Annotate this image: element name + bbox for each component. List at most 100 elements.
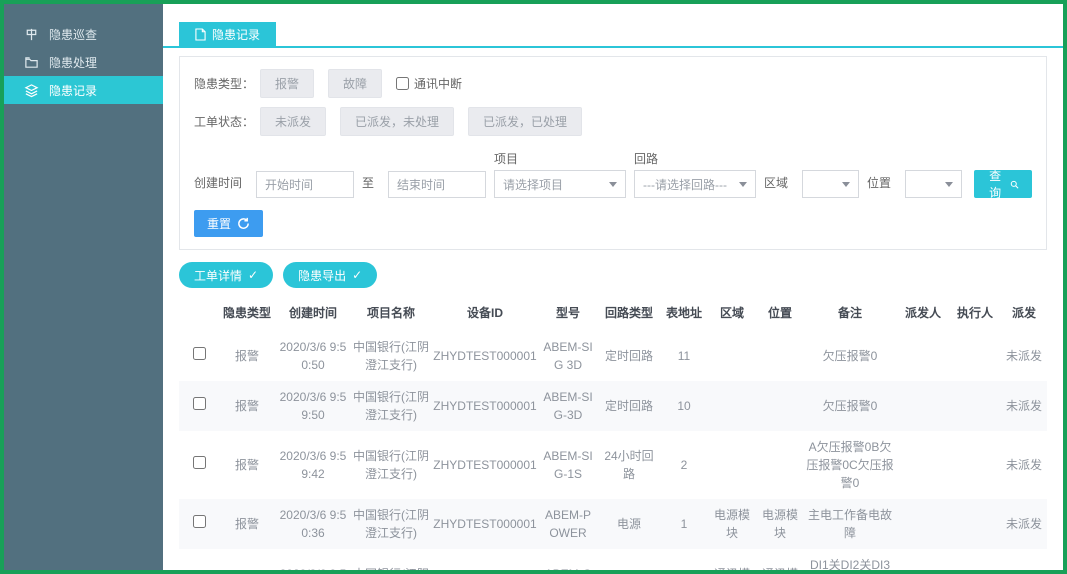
cell-dispatch: 未派发 — [1001, 331, 1047, 381]
cell-position — [757, 381, 803, 431]
table-head-row: 隐患类型创建时间项目名称设备ID型号回路类型表地址区域位置备注派发人执行人派发处… — [179, 294, 1047, 331]
tab-hazard-records[interactable]: 隐患记录 — [179, 22, 276, 46]
reset-button[interactable]: 重置 — [194, 210, 263, 237]
position-label: 位置 — [867, 174, 891, 191]
sidebar-item-hazard-handle[interactable]: 隐患处理 — [4, 48, 163, 76]
sidebar-item-hazard-patrol[interactable]: 隐患巡查 — [4, 20, 163, 48]
column-header: 备注 — [803, 294, 897, 331]
cell-time: 2020/3/6 9:50:36 — [275, 499, 351, 549]
cell-dispatch: 未派发 — [1001, 499, 1047, 549]
end-time-input[interactable] — [388, 171, 486, 198]
row-checkbox[interactable] — [193, 347, 206, 360]
cell-dispatch: 未派发 — [1001, 431, 1047, 499]
layers-icon — [24, 83, 39, 98]
check-icon: ✓ — [352, 268, 362, 282]
chevron-down-icon — [945, 182, 953, 187]
project-label: 项目 — [494, 150, 626, 167]
cell-model: ABEM-SIG-3D — [539, 381, 597, 431]
status-dispatched-handled-button[interactable]: 已派发，已处理 — [468, 107, 582, 136]
cell-circuit: 24小时回路 — [597, 431, 661, 499]
region-label: 区域 — [764, 174, 788, 191]
topbar: 隐患记录 — [163, 4, 1063, 48]
project-select[interactable]: 请选择项目 — [494, 170, 626, 198]
cell-time: 2020/3/6 9:50:36 — [275, 549, 351, 570]
circuit-select[interactable]: ---请选择回路--- — [634, 170, 756, 198]
table-row: 报警2020/3/6 9:50:50中国银行(江阴澄江支行)ZHYDTEST00… — [179, 331, 1047, 381]
search-icon — [1010, 178, 1019, 191]
column-header: 位置 — [757, 294, 803, 331]
cell-time: 2020/3/6 9:59:42 — [275, 431, 351, 499]
status-dispatched-unhandled-button[interactable]: 已派发，未处理 — [340, 107, 454, 136]
cell-position: 电源模块 — [757, 499, 803, 549]
circuit-select-group: 回路 ---请选择回路--- — [634, 150, 756, 198]
row-checkbox[interactable] — [193, 397, 206, 410]
order-status-filter-row: 工单状态： 未派发 已派发，未处理 已派发，已处理 — [194, 107, 1032, 136]
cell-circuit: 通讯模块 — [597, 549, 661, 570]
status-not-dispatched-button[interactable]: 未派发 — [260, 107, 326, 136]
fault-filter-button[interactable]: 故障 — [328, 69, 382, 98]
cell-remark: DI1关DI2关DI3关DI4关DI5关DI6关 — [803, 549, 897, 570]
table-row: 报警2020/3/6 9:59:42中国银行(江阴澄江支行)ZHYDTEST00… — [179, 431, 1047, 499]
column-header: 区域 — [707, 294, 757, 331]
sidebar-item-label: 隐患处理 — [49, 54, 97, 71]
cell-dispatcher — [897, 499, 949, 549]
search-button[interactable]: 查询 — [974, 170, 1032, 198]
created-time-label: 创建时间 — [194, 174, 242, 191]
checkbox-cell — [179, 381, 219, 431]
cell-addr: 10 — [661, 381, 707, 431]
order-detail-button[interactable]: 工单详情 ✓ — [179, 262, 273, 288]
cell-type: 报警 — [219, 381, 275, 431]
cell-dispatcher — [897, 549, 949, 570]
check-icon: ✓ — [248, 268, 258, 282]
comm-interrupt-checkbox[interactable] — [396, 77, 409, 90]
row-checkbox[interactable] — [193, 515, 206, 528]
cell-type: 报警 — [219, 431, 275, 499]
alarm-filter-button[interactable]: 报警 — [260, 69, 314, 98]
cell-region — [707, 381, 757, 431]
cell-model: ABEM-COM — [539, 549, 597, 570]
signpost-icon — [24, 27, 39, 42]
position-select[interactable] — [905, 170, 962, 198]
row-checkbox[interactable] — [193, 456, 206, 469]
cell-dispatch: 未派发 — [1001, 381, 1047, 431]
order-status-label: 工单状态： — [194, 113, 254, 130]
cell-executor — [949, 331, 1001, 381]
sidebar-item-hazard-records[interactable]: 隐患记录 — [4, 76, 163, 104]
cell-region — [707, 431, 757, 499]
hazard-export-label: 隐患导出 — [298, 267, 346, 284]
cell-dispatch: 未派发 — [1001, 549, 1047, 570]
cell-region: 通讯模块 — [707, 549, 757, 570]
cell-project: 中国银行(江阴澄江支行) — [351, 499, 431, 549]
table-row: 报警2020/3/6 9:59:50中国银行(江阴澄江支行)ZHYDTEST00… — [179, 381, 1047, 431]
filter-panel: 隐患类型： 报警 故障 通讯中断 工单状态： 未派发 已派发，未处理 已派发，已… — [179, 56, 1047, 250]
table-row: 报警2020/3/6 9:50:36中国银行(江阴澄江支行)ZHYDTEST00… — [179, 549, 1047, 570]
cell-dispatcher — [897, 431, 949, 499]
cell-device: ZHYDTEST000001 — [431, 431, 539, 499]
project-select-group: 项目 请选择项目 — [494, 150, 626, 198]
column-header: 创建时间 — [275, 294, 351, 331]
order-detail-label: 工单详情 — [194, 267, 242, 284]
column-header: 设备ID — [431, 294, 539, 331]
column-header: 执行人 — [949, 294, 1001, 331]
checkbox-column-header — [179, 294, 219, 331]
cell-project: 中国银行(江阴澄江支行) — [351, 431, 431, 499]
column-header: 派发人 — [897, 294, 949, 331]
start-time-input[interactable] — [256, 171, 354, 198]
cell-region — [707, 331, 757, 381]
cell-remark: 主电工作备电故障 — [803, 499, 897, 549]
cell-addr: 200 — [661, 549, 707, 570]
cell-region: 电源模块 — [707, 499, 757, 549]
column-header: 型号 — [539, 294, 597, 331]
action-buttons-row: 工单详情 ✓ 隐患导出 ✓ — [179, 262, 1047, 288]
cell-dispatcher — [897, 381, 949, 431]
table-row: 报警2020/3/6 9:50:36中国银行(江阴澄江支行)ZHYDTEST00… — [179, 499, 1047, 549]
document-icon — [195, 28, 206, 41]
cell-time: 2020/3/6 9:50:50 — [275, 331, 351, 381]
region-select[interactable] — [802, 170, 859, 198]
cell-executor — [949, 499, 1001, 549]
cell-remark: 欠压报警0 — [803, 331, 897, 381]
cell-executor — [949, 431, 1001, 499]
chevron-down-icon — [842, 182, 850, 187]
cell-addr: 1 — [661, 499, 707, 549]
hazard-export-button[interactable]: 隐患导出 ✓ — [283, 262, 377, 288]
